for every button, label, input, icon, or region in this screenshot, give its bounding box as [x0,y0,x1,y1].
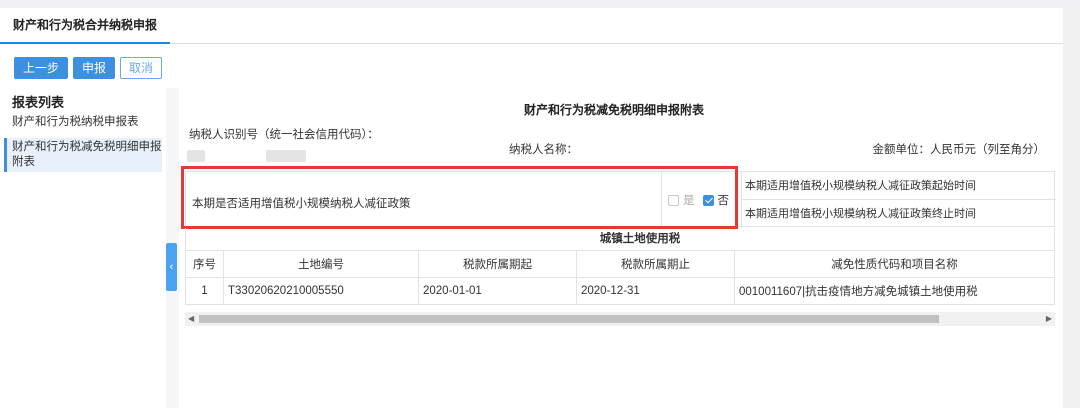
period-start-cell[interactable]: 2020-01-01 [418,277,577,305]
col-header: 税款所属期起 [418,250,577,278]
report-list-sidebar: 报表列表 财产和行为税纳税申报表 财产和行为税减免税明细申报附表 [0,88,166,408]
page-scrollbar[interactable] [1063,8,1080,408]
redacted-taxpayer-id [266,150,306,162]
col-header: 减免性质代码和项目名称 [734,250,1055,278]
col-header: 序号 [185,250,224,278]
scroll-left-icon[interactable]: ◀ [188,314,194,323]
form-area: 财产和行为税减免税明细申报附表 纳税人识别号（统一社会信用代码）： 纳税人名称：… [179,88,1063,408]
submit-button[interactable]: 申报 [73,57,116,79]
amount-unit: 金额单位：人民币元（列至角分） [872,144,1046,156]
section-title: 城镇土地使用税 [185,228,1055,250]
land-id-cell[interactable]: T33020620210005550 [223,277,419,305]
policy-end-time-label: 本期适用增值税小规模纳税人减征政策终止时间 [745,208,976,220]
exemption-code-cell[interactable]: 0010011607|抗击疫情地方减免城镇土地使用税 [734,277,1055,305]
sidebar-item-tax-return[interactable]: 财产和行为税纳税申报表 [4,115,162,130]
col-header: 税款所属期止 [576,250,735,278]
redacted-taxpayer-id [187,150,205,162]
prev-step-button[interactable]: 上一步 [14,57,69,79]
sidebar-item-exemption-schedule[interactable]: 财产和行为税减免税明细申报附表 [4,138,162,172]
table-row: 1 T33020620210005550 2020-01-01 2020-12-… [185,277,1055,305]
table-header-row: 序号 土地编号 税款所属期起 税款所属期止 减免性质代码和项目名称 [185,250,1055,278]
row-index: 1 [185,277,224,305]
scroll-thumb[interactable] [199,315,939,323]
collapse-sidebar-icon[interactable]: ‹ [166,243,177,291]
highlight-box [181,166,738,229]
form-title: 财产和行为税减免税明细申报附表 [524,103,705,117]
tab-bar: 财产和行为税合并纳税申报 [0,8,1063,44]
policy-start-time-label: 本期适用增值税小规模纳税人减征政策起始时间 [741,172,1056,200]
col-header: 土地编号 [223,250,419,278]
tab-property-tax-filing[interactable]: 财产和行为税合并纳税申报 [0,8,170,44]
exemption-table: 序号 土地编号 税款所属期起 税款所属期止 减免性质代码和项目名称 1 T330… [185,250,1055,305]
cancel-button[interactable]: 取消 [120,57,163,79]
taxpayer-name-label: 纳税人名称： [509,144,578,156]
period-end-cell[interactable]: 2020-12-31 [576,277,735,305]
toolbar: 上一步 申报 取消 [14,57,163,79]
top-strip [0,0,1080,8]
sidebar-title: 报表列表 [12,95,65,110]
horizontal-scrollbar[interactable]: ◀ ▶ [185,312,1055,326]
scroll-right-icon[interactable]: ▶ [1046,314,1052,323]
taxpayer-id-label: 纳税人识别号（统一社会信用代码）： [189,129,379,141]
